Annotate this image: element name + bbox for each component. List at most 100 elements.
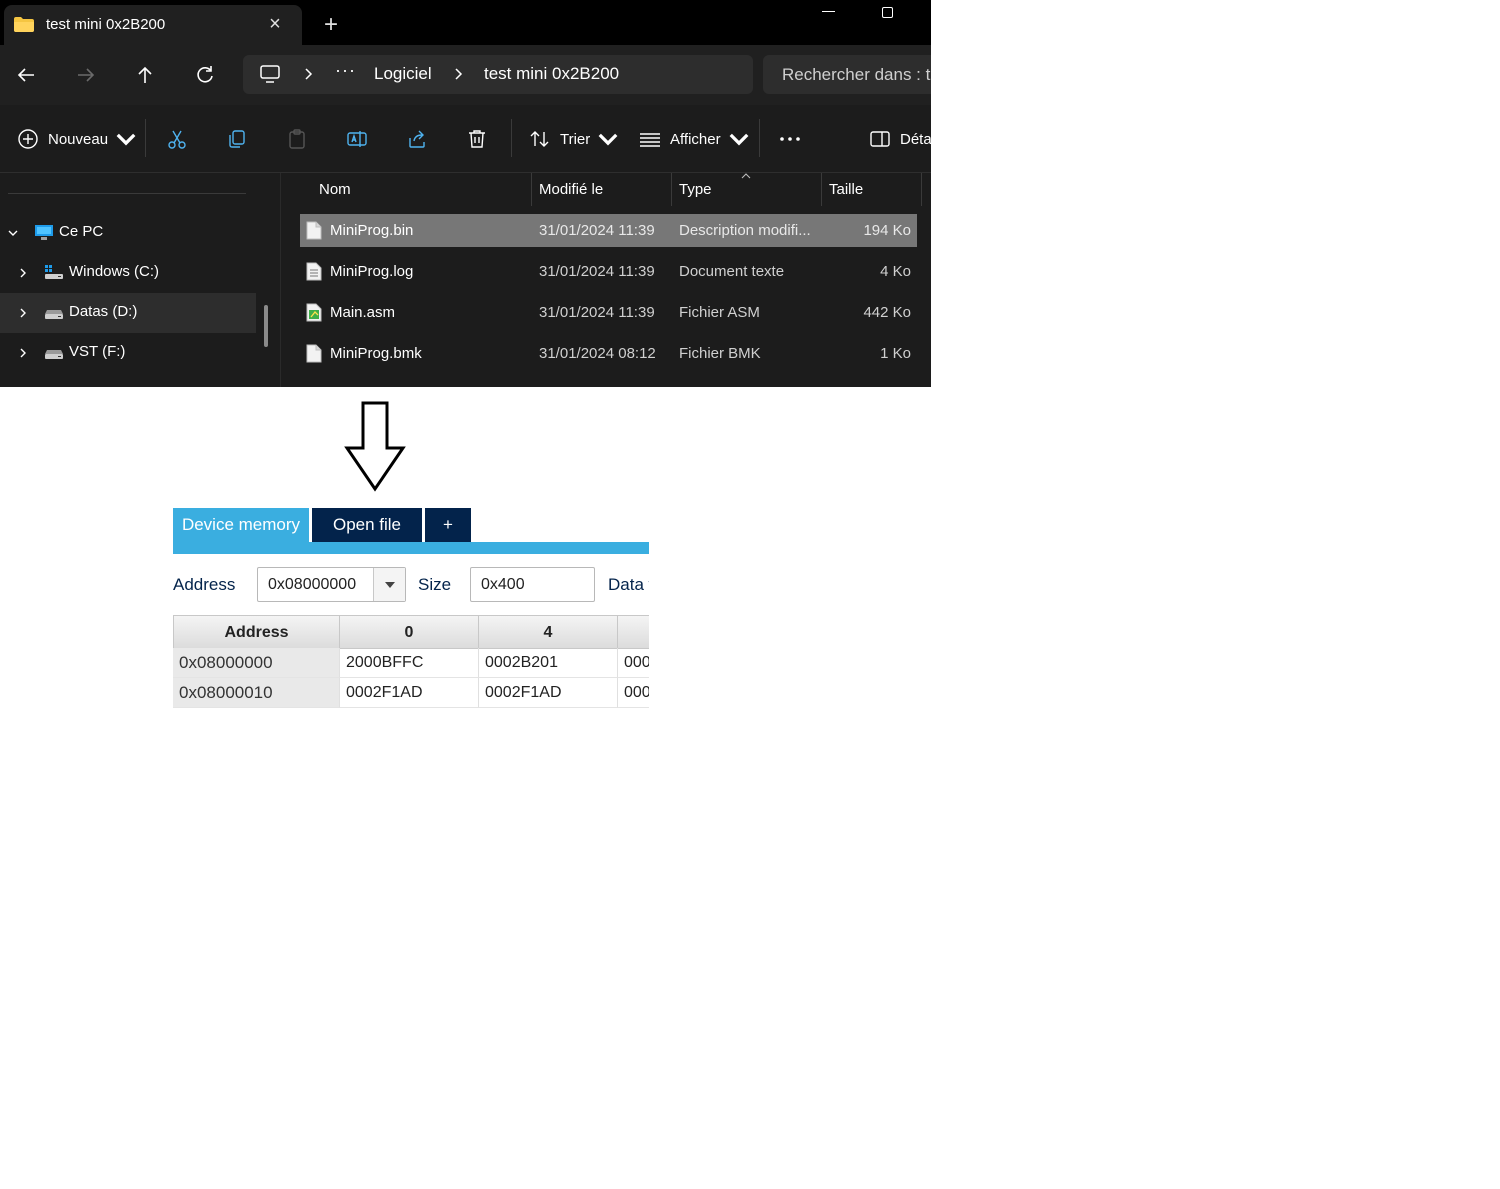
tab-device-memory[interactable]: Device memory [173, 508, 309, 542]
title-bar: test mini 0x2B200 × + [0, 0, 931, 45]
chevron-down-icon[interactable] [373, 568, 405, 601]
file-size: 1 Ko [880, 345, 911, 362]
tab-underline [173, 542, 649, 554]
search-input[interactable]: Rechercher dans : test mini 0x2B200 [763, 55, 931, 94]
new-button[interactable]: Nouveau [17, 127, 137, 151]
data-width-label: Data width [608, 575, 649, 594]
column-separator[interactable] [921, 173, 922, 206]
new-tab-icon[interactable]: + [320, 13, 342, 37]
column-header-modified[interactable]: Modifié le [539, 181, 603, 198]
blank-file-icon [306, 221, 322, 240]
computer-icon [35, 225, 53, 240]
chevron-down-icon [598, 133, 618, 146]
column-separator[interactable] [531, 173, 532, 206]
breadcrumb-more[interactable]: ··· [335, 60, 356, 81]
breadcrumb-current-folder[interactable]: test mini 0x2B200 [484, 64, 619, 84]
refresh-icon[interactable] [192, 62, 218, 88]
table-cell[interactable]: 0002B201 [479, 648, 618, 678]
address-label: Address [173, 575, 236, 594]
sidebar-item-vst-f[interactable]: VST (F:) [0, 333, 256, 373]
column-header-name[interactable]: Nom [319, 181, 351, 198]
more-options-icon[interactable] [779, 127, 801, 151]
share-icon[interactable] [406, 128, 428, 150]
asm-file-icon [306, 303, 322, 322]
sidebar-item-ce-pc[interactable]: Ce PC [0, 213, 256, 253]
navigation-pane: Ce PC Windows (C:) Datas (D:) VST (F:) [0, 173, 280, 387]
table-header-offset: 8 [617, 615, 649, 649]
add-tab-button[interactable]: + [425, 508, 471, 542]
chevron-right-icon[interactable] [17, 347, 29, 359]
file-name: MiniProg.bmk [330, 345, 422, 362]
file-name: Main.asm [330, 304, 396, 321]
chevron-right-icon[interactable] [17, 267, 29, 279]
file-name: MiniProg.log [330, 263, 414, 280]
file-row[interactable]: Main.asm 31/01/2024 11:39 Fichier ASM 44… [300, 296, 917, 329]
chevron-down-icon [116, 133, 136, 146]
monitor-icon[interactable] [260, 65, 280, 83]
up-icon[interactable] [132, 62, 158, 88]
cut-icon[interactable] [166, 128, 188, 150]
back-icon[interactable] [13, 62, 39, 88]
file-size: 442 Ko [863, 304, 911, 321]
table-cell[interactable]: 0002F1AD [618, 678, 649, 708]
memory-viewer-panel: Device memory Open file + Address 0x0800… [171, 508, 649, 711]
blank-file-icon [306, 344, 322, 363]
sort-button-label: Trier [560, 130, 591, 148]
sort-ascending-icon [741, 173, 751, 179]
forward-icon[interactable] [73, 62, 99, 88]
file-type: Fichier BMK [679, 345, 761, 362]
file-date: 31/01/2024 08:12 [539, 345, 656, 362]
new-button-label: Nouveau [48, 130, 109, 148]
folder-icon [14, 17, 34, 32]
table-header-address: Address [173, 615, 340, 649]
text-file-icon [306, 262, 322, 281]
sort-button[interactable]: Trier [529, 127, 619, 151]
file-type: Fichier ASM [679, 304, 760, 321]
file-date: 31/01/2024 11:39 [539, 304, 655, 321]
file-list: Nom Modifié le Type Taille MiniProg.bin … [281, 173, 931, 387]
windows-drive-icon [45, 265, 63, 279]
address-bar[interactable]: ··· Logiciel test mini 0x2B200 [243, 55, 753, 94]
table-cell-address[interactable]: 0x08000010 [173, 678, 340, 708]
search-placeholder: Rechercher dans : test mini 0x2B200 [782, 65, 931, 84]
chevron-down-icon[interactable] [7, 227, 19, 239]
table-cell[interactable]: 2000BFFC [340, 648, 479, 678]
file-type: Description modifi... [679, 222, 811, 239]
column-header-size[interactable]: Taille [829, 181, 863, 198]
delete-icon[interactable] [466, 128, 488, 150]
minimize-icon[interactable] [822, 4, 836, 18]
sidebar-item-windows-c[interactable]: Windows (C:) [0, 253, 256, 293]
breadcrumb-logiciel[interactable]: Logiciel [374, 64, 432, 84]
table-cell[interactable]: 0002F1AD [340, 678, 479, 708]
explorer-tab[interactable]: test mini 0x2B200 × [4, 5, 302, 45]
address-combobox[interactable]: 0x08000000 [257, 567, 406, 602]
file-row[interactable]: MiniProg.log 31/01/2024 11:39 Document t… [300, 255, 917, 288]
rename-icon[interactable] [346, 128, 368, 150]
divider [8, 193, 246, 194]
column-header-type[interactable]: Type [679, 181, 712, 198]
sidebar-scrollbar[interactable] [264, 305, 268, 347]
table-cell-address[interactable]: 0x08000000 [173, 648, 340, 678]
view-button-label: Afficher [670, 130, 721, 148]
close-tab-icon[interactable]: × [266, 14, 284, 34]
table-cell[interactable]: 0002F1AD [479, 678, 618, 708]
sidebar-item-datas-d[interactable]: Datas (D:) [0, 293, 256, 333]
chevron-right-icon[interactable] [17, 307, 29, 319]
file-row[interactable]: MiniProg.bin 31/01/2024 11:39 Descriptio… [300, 214, 917, 247]
sidebar-item-label: Ce PC [59, 223, 104, 240]
details-pane-label: Détails [900, 130, 931, 148]
copy-icon[interactable] [226, 128, 248, 150]
column-separator[interactable] [671, 173, 672, 206]
file-row[interactable]: MiniProg.bmk 31/01/2024 08:12 Fichier BM… [300, 337, 917, 370]
size-input[interactable]: 0x400 [470, 567, 595, 602]
details-pane-button[interactable]: Détails [869, 127, 931, 151]
column-separator[interactable] [821, 173, 822, 206]
paste-icon[interactable] [286, 128, 308, 150]
maximize-icon[interactable] [882, 7, 893, 18]
tab-open-file[interactable]: Open file [312, 508, 422, 542]
table-cell[interactable]: 0002F1AD [618, 648, 649, 678]
drive-icon [45, 310, 63, 319]
navigation-bar: ··· Logiciel test mini 0x2B200 Recherche… [0, 45, 931, 105]
toolbar-separator [145, 119, 146, 157]
view-button[interactable]: Afficher [639, 127, 750, 151]
